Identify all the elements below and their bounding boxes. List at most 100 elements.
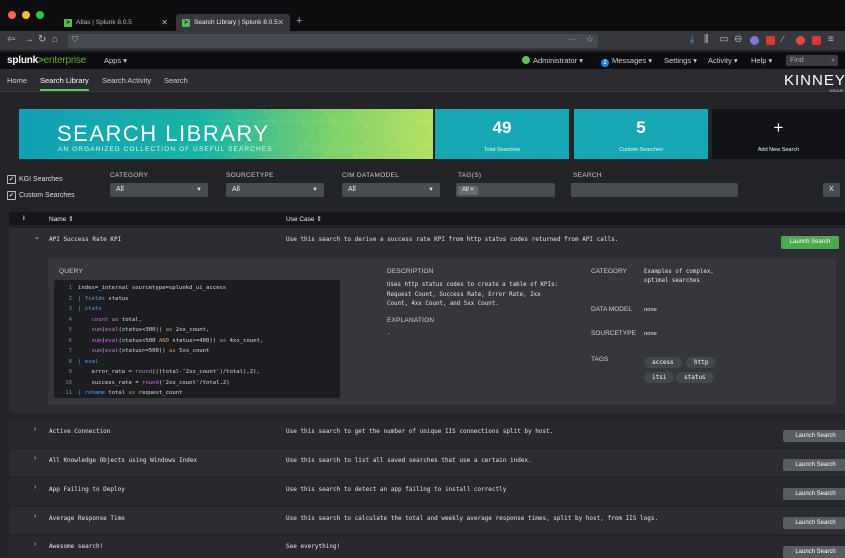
tag-pill[interactable]: status (676, 372, 714, 383)
launch-search-button[interactable]: Launch Search (783, 546, 845, 558)
launch-search-button[interactable]: Launch Search (783, 488, 845, 500)
tab-title: Search Library | Splunk 8.0.5 (194, 19, 278, 26)
extension-icon[interactable] (812, 36, 821, 45)
chevron-down-icon: ▼ (312, 187, 318, 193)
extension-icon[interactable] (766, 36, 775, 45)
table-row[interactable]: › App Failing to Deploy Use this search … (9, 478, 845, 505)
name-column-header[interactable]: Name ⇕ (49, 215, 74, 223)
kgi-searches-checkbox[interactable]: ✓ (7, 175, 16, 184)
window-controls (8, 11, 44, 19)
usecase-column-header[interactable]: Use Case ⇕ (286, 215, 322, 223)
menu-icon[interactable]: ≡ (828, 34, 834, 45)
splunk-window: > Atlas | Splunk 8.0.5 ✕ > Search Librar… (0, 0, 845, 558)
close-window-button[interactable] (8, 11, 16, 19)
tag-pill[interactable]: itsi (644, 372, 675, 383)
close-tab-icon[interactable]: ✕ (161, 18, 168, 27)
status-icon (522, 56, 530, 64)
chevron-right-icon[interactable]: › (34, 541, 36, 548)
custom-searches-checkbox[interactable]: ✓ (7, 191, 16, 200)
row-name: Active Connection (49, 428, 111, 435)
help-menu[interactable]: Help ▾ (751, 56, 772, 65)
library-icon[interactable]: ⫼ (704, 34, 709, 45)
nav-home[interactable]: Home (7, 76, 27, 85)
kgi-searches-label: KGI Searches (19, 176, 63, 183)
datamodel-value: none (644, 307, 657, 313)
table-row[interactable]: › Active Connection Use this search to g… (9, 420, 845, 447)
launch-search-button[interactable]: Launch Search (783, 459, 845, 471)
code-line: 7 sum(eval(status>=500)) as 5xx_count (68, 348, 210, 354)
launch-search-button[interactable]: Launch Search (781, 236, 839, 249)
url-bar[interactable]: ⛉ ··· ☆ (68, 34, 598, 48)
messages-menu[interactable]: 2 Messages ▾ (601, 56, 652, 67)
apps-menu[interactable]: Apps ▾ (104, 56, 127, 65)
extension-icon[interactable] (750, 36, 759, 45)
table-row[interactable]: › Awesome search! See everything! Launch… (9, 536, 845, 558)
explanation-label: EXPLANATION (387, 317, 435, 324)
tag-pill[interactable]: http (686, 357, 717, 368)
cim-datamodel-select[interactable]: All ▼ (342, 183, 440, 197)
nav-search-activity[interactable]: Search Activity (102, 76, 151, 85)
forward-icon[interactable]: → (24, 34, 34, 45)
chevron-right-icon[interactable]: › (34, 513, 36, 520)
category-select[interactable]: All ▼ (110, 183, 208, 197)
messages-count-badge: 2 (601, 59, 609, 67)
row-usecase: Use this search to calculate the total a… (286, 515, 659, 522)
search-input[interactable] (571, 183, 738, 197)
total-searches-card[interactable]: 49 Total Searches (435, 109, 569, 159)
bookmark-star-icon[interactable]: ☆ (586, 34, 594, 45)
extension-icon[interactable]: ⁄ (782, 34, 784, 44)
launch-search-button[interactable]: Launch Search (783, 430, 845, 442)
admin-menu[interactable]: Administrator ▾ (522, 56, 583, 65)
chevron-right-icon[interactable]: › (34, 426, 36, 433)
total-searches-label: Total Searches (483, 147, 521, 153)
maximize-window-button[interactable] (36, 11, 44, 19)
extension-icon[interactable] (796, 36, 805, 45)
site-info-icon[interactable]: ⛉ (72, 35, 78, 45)
description-text: Uses http status codes to create a table… (387, 281, 558, 310)
activity-menu[interactable]: Activity ▾ (708, 56, 738, 65)
code-line: 3 | stats (68, 306, 102, 312)
query-code-block: 1 index=_internal sourcetype=splunkd_ui_a… (54, 280, 340, 398)
sourcetype-select[interactable]: All ▼ (226, 183, 324, 197)
back-icon[interactable]: ⇦ (7, 34, 15, 45)
launch-search-button[interactable]: Launch Search (783, 517, 845, 529)
row-usecase: Use this search to detect an app failing… (286, 486, 507, 493)
nav-search[interactable]: Search (164, 76, 188, 85)
category-line: Examples of complex, (644, 269, 714, 275)
home-icon[interactable]: ⌂ (52, 34, 58, 45)
browser-tab-atlas[interactable]: > Atlas | Splunk 8.0.5 ✕ (58, 14, 174, 31)
tag-pill[interactable]: access (644, 357, 682, 368)
chevron-down-icon[interactable]: ⌄ (34, 233, 40, 241)
account-icon[interactable]: ⊖ (734, 34, 742, 45)
close-tab-icon[interactable]: ✕ (277, 18, 284, 27)
find-input[interactable]: Find ⌕ (786, 55, 838, 66)
splunk-logo[interactable]: splunk>enterprise (7, 55, 86, 66)
sidebar-icon[interactable]: ▭ (719, 34, 728, 45)
brand-name: KINNEY (784, 72, 845, 89)
search-icon: ⌕ (831, 57, 835, 64)
new-tab-icon[interactable]: + (296, 15, 302, 27)
code-line: 4 count as total, (68, 316, 143, 323)
plus-icon: + (773, 118, 784, 137)
page-actions-icon[interactable]: ··· (568, 35, 576, 44)
brand-sub: GROUP (829, 89, 844, 93)
search-library-banner: SEARCH LIBRARY AN ORGANIZED COLLECTION O… (19, 109, 433, 159)
custom-searches-card[interactable]: 5 Custom Searches (574, 109, 708, 159)
minimize-window-button[interactable] (22, 11, 30, 19)
sourcetype-value: All (232, 186, 240, 193)
download-icon[interactable]: ⤓ (690, 34, 694, 45)
add-new-search-button[interactable]: + Add New Search (712, 109, 845, 159)
reload-icon[interactable]: ↻ (38, 34, 46, 45)
nav-search-library[interactable]: Search Library (40, 76, 89, 91)
tag-all-pill[interactable]: All × (458, 186, 478, 195)
chevron-right-icon[interactable]: › (34, 484, 36, 491)
custom-searches-count: 5 (636, 118, 646, 137)
table-row[interactable]: › Average Response Time Use this search … (9, 507, 845, 534)
clear-filters-button[interactable]: X (823, 183, 840, 197)
browser-tab-search-library[interactable]: > Search Library | Splunk 8.0.5 ✕ (176, 14, 290, 31)
kinney-group-logo: KINNEY GROUP (784, 72, 845, 93)
table-row[interactable]: › All Knowledge Objects using Windows In… (9, 449, 845, 476)
settings-menu[interactable]: Settings ▾ (664, 56, 697, 65)
app-nav-bar: Home Search Library Search Activity Sear… (0, 69, 845, 93)
chevron-right-icon[interactable]: › (34, 455, 36, 462)
